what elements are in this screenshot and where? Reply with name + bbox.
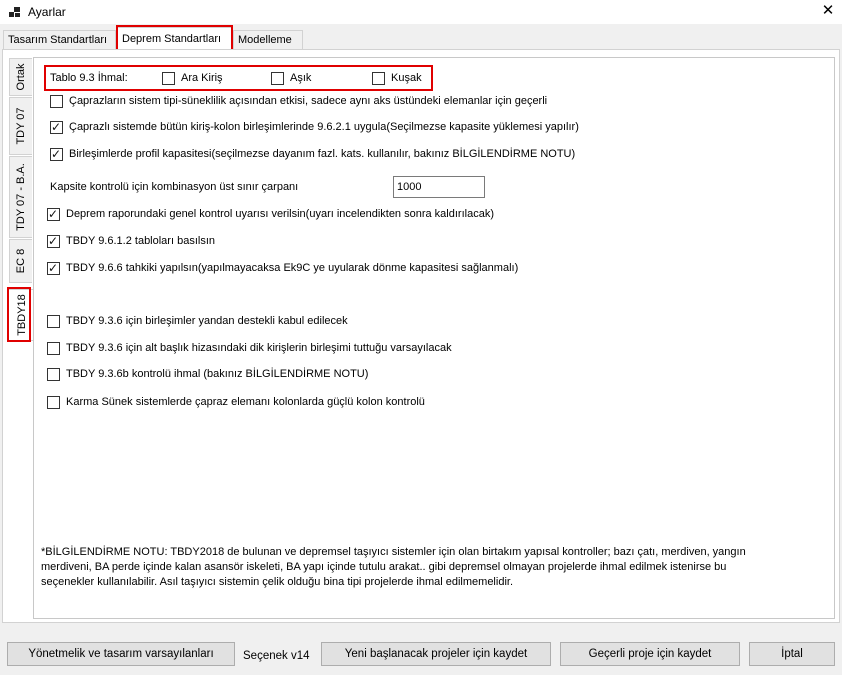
- tab-deprem-standartlari[interactable]: Deprem Standartları: [117, 27, 232, 50]
- birlesim-profil-kapasitesi-checkbox[interactable]: [50, 146, 63, 162]
- save-new-projects-button[interactable]: Yeni başlanacak projeler için kaydet: [321, 642, 551, 666]
- tbdy-9612-tablolar-checkbox[interactable]: [47, 233, 60, 249]
- tbdy-936-yandan-destekli-checkbox[interactable]: [47, 315, 60, 328]
- caprazli-sistem-9621-label: Çaprazlı sistemde bütün kiriş-kolon birl…: [69, 121, 579, 133]
- side-tab-tbdy18[interactable]: TBDY18: [8, 289, 34, 341]
- tbdy-9612-tablolar-label: TBDY 9.6.1.2 tabloları basılsın: [66, 235, 215, 247]
- ihmal-ara-kiris-checkbox[interactable]: [162, 72, 175, 85]
- ihmal-kusak-checkbox[interactable]: [372, 72, 385, 85]
- caprazlar-sistem-tipi-checkbox[interactable]: [50, 95, 63, 108]
- version-label: Seçenek v14: [243, 650, 310, 662]
- karma-sunek-guclu-kolon-checkbox[interactable]: [47, 396, 60, 409]
- tbdy-966-tahkik-label: TBDY 9.6.6 tahkiki yapılsın(yapılmayacak…: [66, 262, 519, 274]
- karma-sunek-guclu-kolon-label: Karma Sünek sistemlerde çapraz elemanı k…: [66, 396, 425, 408]
- tbdy-966-tahkik-checkbox[interactable]: [47, 260, 60, 276]
- kapasite-carpan-input[interactable]: 1000: [393, 176, 485, 198]
- window-title: Ayarlar: [28, 5, 66, 19]
- side-tab-tdy07-ba[interactable]: TDY 07 - B.A.: [9, 156, 32, 238]
- kapasite-carpan-label: Kapsite kontrolü için kombinasyon üst sı…: [50, 181, 299, 193]
- defaults-button[interactable]: Yönetmelik ve tasarım varsayılanları: [7, 642, 235, 666]
- cancel-button[interactable]: İptal: [749, 642, 835, 666]
- genel-kontrol-uyarisi-checkbox[interactable]: [47, 206, 60, 222]
- tab-tasarim-standartlari[interactable]: Tasarım Standartları: [3, 30, 116, 49]
- ihmal-asik-checkbox[interactable]: [271, 72, 284, 85]
- ihmal-label: Tablo 9.3 İhmal:: [50, 72, 128, 84]
- birlesim-profil-kapasitesi-label: Birleşimlerde profil kapasitesi(seçilmez…: [69, 148, 576, 160]
- tbdy-936-yandan-destekli-label: TBDY 9.3.6 için birleşimler yandan deste…: [66, 315, 348, 327]
- close-icon[interactable]: ✕: [820, 2, 836, 20]
- tbdy18-settings-panel: [33, 57, 835, 619]
- note-line-3: seçenekler kullanılabilir. Asıl taşıyıcı…: [41, 576, 513, 588]
- tbdy-936b-ihmal-checkbox[interactable]: [47, 368, 60, 381]
- tbdy-936b-ihmal-label: TBDY 9.3.6b kontrolü ihmal (bakınız BİLG…: [66, 368, 369, 380]
- tbdy-936-alt-baslik-label: TBDY 9.3.6 için alt başlık hizasındaki d…: [66, 342, 452, 354]
- note-line-2: merdiveni, BA perde içinde kalan asansör…: [41, 561, 727, 573]
- tab-modelleme[interactable]: Modelleme: [233, 30, 303, 49]
- side-tab-ec8[interactable]: EC 8: [9, 239, 32, 283]
- ihmal-asik-label: Aşık: [290, 72, 312, 84]
- ihmal-ara-kiris-label: Ara Kiriş: [181, 72, 223, 84]
- app-icon: [9, 7, 20, 17]
- bilgilendirme-notu: *BİLGİLENDİRME NOTU: TBDY2018 de bulunan…: [41, 545, 801, 590]
- tbdy-936-alt-baslik-checkbox[interactable]: [47, 342, 60, 355]
- caprazlar-sistem-tipi-label: Çaprazların sistem tipi-süneklilik açısı…: [69, 95, 548, 107]
- genel-kontrol-uyarisi-label: Deprem raporundaki genel kontrol uyarısı…: [66, 208, 494, 220]
- save-current-project-button[interactable]: Geçerli proje için kaydet: [560, 642, 740, 666]
- ihmal-kusak-label: Kuşak: [391, 72, 422, 84]
- note-line-1: *BİLGİLENDİRME NOTU: TBDY2018 de bulunan…: [41, 546, 746, 558]
- side-tab-tdy07[interactable]: TDY 07: [9, 97, 32, 155]
- title-bar: Ayarlar ✕: [0, 0, 842, 24]
- caprazli-sistem-9621-checkbox[interactable]: [50, 119, 63, 135]
- side-tab-ortak[interactable]: Ortak: [9, 58, 32, 96]
